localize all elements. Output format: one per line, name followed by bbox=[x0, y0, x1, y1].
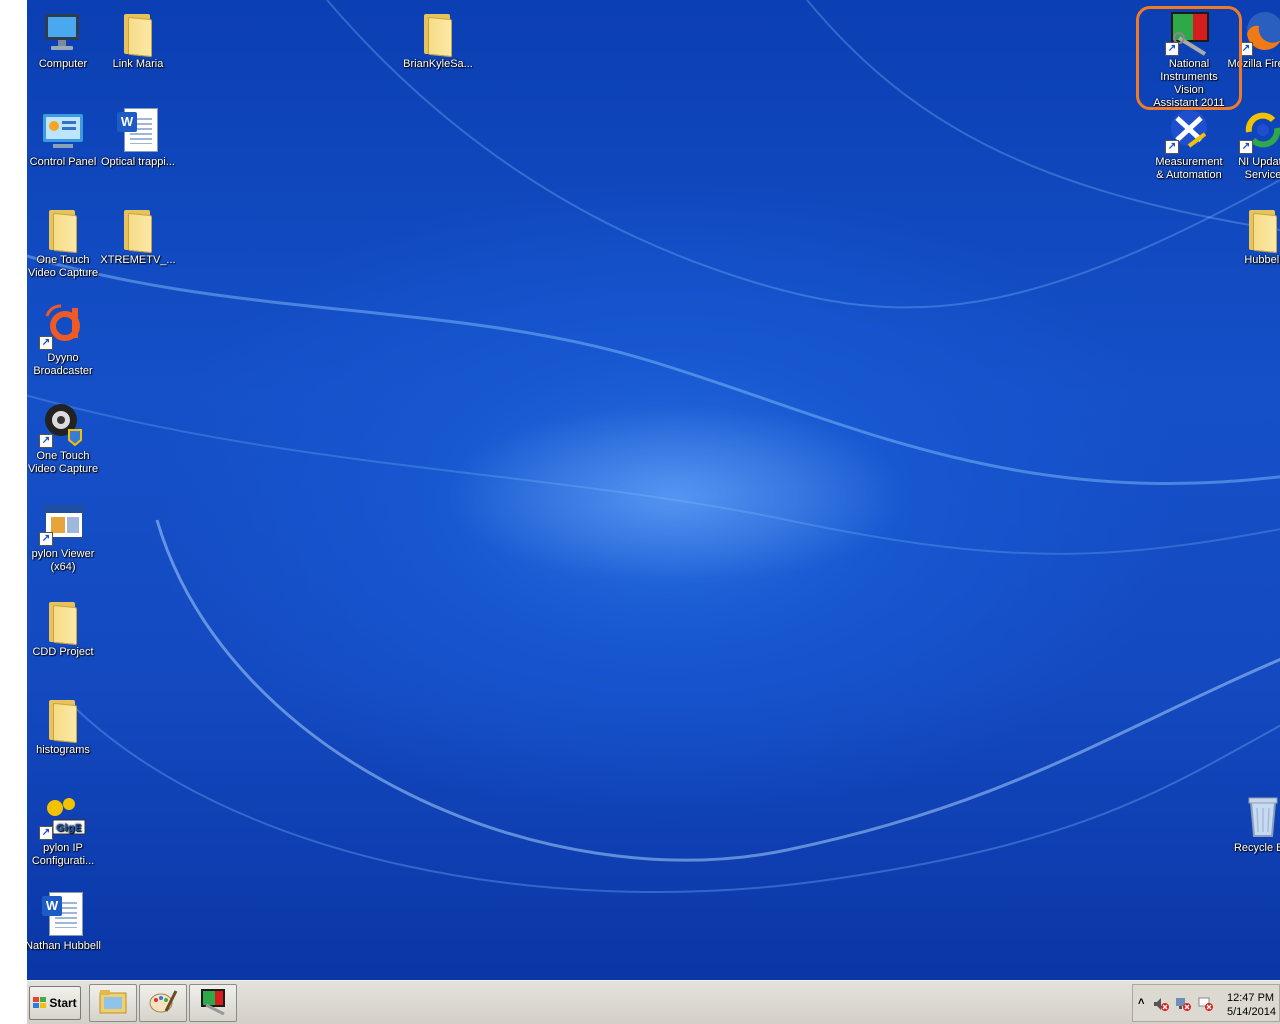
icon-label: Recycle Bin bbox=[1233, 842, 1280, 854]
desktop-icon-briankylesa[interactable]: BrianKyleSa... bbox=[400, 4, 476, 71]
pylon-ip-config-icon: GigE ↗ bbox=[39, 792, 87, 840]
shortcut-arrow-icon: ↗ bbox=[1239, 140, 1253, 154]
volume-muted-icon[interactable] bbox=[1153, 996, 1169, 1012]
desktop-icon-optical-trapping[interactable]: W Optical trappi... bbox=[100, 102, 176, 169]
desktop-icon-dyyno-broadcaster[interactable]: ↗ Dyyno Broadcaster bbox=[27, 298, 101, 378]
clock-time: 12:47 PM bbox=[1227, 992, 1275, 1004]
icon-label: NI Update Service bbox=[1238, 156, 1280, 181]
network-error-icon[interactable] bbox=[1175, 996, 1191, 1012]
taskbar-windows-explorer[interactable] bbox=[89, 984, 137, 1022]
start-button[interactable]: Start bbox=[29, 986, 81, 1020]
ni-update-icon: ↗ bbox=[1239, 106, 1280, 154]
desktop-icon-mozilla-firefox[interactable]: ↗ Mozilla Firefox bbox=[1225, 4, 1280, 71]
webcam-icon: ↗ bbox=[39, 400, 87, 448]
icon-label: Nathan Hubbell bbox=[27, 940, 101, 952]
word-document-icon: W bbox=[39, 890, 87, 938]
icon-label: Link Maria bbox=[112, 58, 164, 70]
icon-label: histograms bbox=[36, 744, 90, 756]
desktop-icon-nathan-hubbell[interactable]: W Nathan Hubbell bbox=[27, 886, 101, 953]
desktop-icon-ni-vision-assistant[interactable]: ↗ National Instruments Vision Assistant … bbox=[1151, 4, 1227, 110]
dyyno-icon: ↗ bbox=[39, 302, 87, 350]
folder-icon bbox=[114, 204, 162, 254]
computer-icon bbox=[39, 8, 87, 56]
folder-icon bbox=[39, 694, 87, 744]
icon-label: CDD Project bbox=[32, 646, 94, 658]
desktop-icon-pylon-ip-config[interactable]: GigE ↗ pylon IP Configurati... bbox=[27, 788, 101, 868]
start-label: Start bbox=[49, 996, 77, 1010]
firefox-icon: ↗ bbox=[1239, 8, 1280, 56]
recycle-bin-icon bbox=[1239, 792, 1280, 840]
folder-icon bbox=[414, 8, 462, 58]
icon-label: pylon Viewer (x64) bbox=[31, 548, 95, 573]
icon-label: Optical trappi... bbox=[101, 156, 175, 168]
taskbar-paint[interactable] bbox=[139, 984, 187, 1022]
desktop-icon-recycle-bin[interactable]: Recycle Bin bbox=[1225, 788, 1280, 855]
desktop-icon-one-touch-app[interactable]: ↗ One Touch Video Capture bbox=[27, 396, 101, 476]
icon-label: One Touch Video Capture bbox=[27, 254, 99, 279]
icon-label: Mozilla Firefox bbox=[1227, 58, 1280, 70]
word-document-icon: W bbox=[114, 106, 162, 154]
desktop-icon-one-touch-folder[interactable]: One Touch Video Capture bbox=[27, 200, 101, 280]
folder-icon bbox=[39, 596, 87, 646]
desktop-icon-xtremetv[interactable]: XTREMETV_... bbox=[100, 200, 176, 267]
desktop-icon-link-maria[interactable]: Link Maria bbox=[100, 4, 176, 71]
clock[interactable]: 12:47 PM 5/14/2014 bbox=[1227, 991, 1280, 1019]
taskbar-ni-vision-assistant[interactable] bbox=[189, 984, 237, 1022]
shortcut-arrow-icon: ↗ bbox=[39, 434, 53, 448]
folder-icon bbox=[114, 8, 162, 58]
ni-vision-assistant-icon bbox=[198, 987, 228, 1020]
explorer-icon bbox=[98, 987, 128, 1020]
action-center-error-icon[interactable] bbox=[1197, 996, 1213, 1012]
screen-left-margin bbox=[0, 0, 27, 1024]
desktop-icon-histograms[interactable]: histograms bbox=[27, 690, 101, 757]
icon-label: Hubbell bbox=[1244, 254, 1280, 266]
icon-label: Dyyno Broadcaster bbox=[33, 352, 93, 377]
pylon-viewer-icon: ↗ bbox=[39, 498, 87, 546]
folder-icon bbox=[1239, 204, 1280, 254]
ni-vision-assistant-icon: ↗ bbox=[1165, 8, 1213, 56]
shortcut-arrow-icon: ↗ bbox=[39, 336, 53, 350]
icon-label: Measurement & Automation bbox=[1155, 156, 1223, 181]
desktop-icon-cdd-project[interactable]: CDD Project bbox=[27, 592, 101, 659]
shortcut-arrow-icon: ↗ bbox=[1165, 42, 1179, 56]
icon-label: pylon IP Configurati... bbox=[31, 842, 95, 867]
ni-max-icon: ↗ bbox=[1165, 106, 1213, 154]
desktop-icon-computer[interactable]: Computer bbox=[27, 4, 101, 71]
desktop-icon-pylon-viewer[interactable]: ↗ pylon Viewer (x64) bbox=[27, 494, 101, 574]
icon-label: XTREMETV_... bbox=[100, 254, 176, 266]
icon-label: BrianKyleSa... bbox=[403, 58, 473, 70]
shortcut-arrow-icon: ↗ bbox=[1165, 140, 1179, 154]
shortcut-arrow-icon: ↗ bbox=[39, 826, 53, 840]
desktop-icon-hubbell[interactable]: Hubbell bbox=[1225, 200, 1280, 267]
svg-text:GigE: GigE bbox=[56, 823, 82, 834]
desktop[interactable]: Computer Control Panel One Touch Video C… bbox=[27, 0, 1280, 980]
shortcut-arrow-icon: ↗ bbox=[1239, 42, 1253, 56]
desktop-icon-measurement-automation[interactable]: ↗ Measurement & Automation bbox=[1151, 102, 1227, 182]
clock-date: 5/14/2014 bbox=[1227, 1006, 1276, 1018]
control-panel-icon bbox=[39, 106, 87, 154]
desktop-icon-control-panel[interactable]: Control Panel bbox=[27, 102, 101, 169]
wallpaper-swooshes bbox=[27, 0, 1280, 893]
windows-logo-icon bbox=[33, 997, 47, 1009]
shortcut-arrow-icon: ↗ bbox=[39, 532, 53, 546]
icon-label: One Touch Video Capture bbox=[27, 450, 99, 475]
taskbar: Start ˄ 12:47 PM 5/14/2014 bbox=[27, 980, 1280, 1024]
paint-icon bbox=[148, 987, 178, 1020]
icon-label: Computer bbox=[38, 58, 88, 70]
desktop-icon-ni-update-service[interactable]: ↗ NI Update Service bbox=[1225, 102, 1280, 182]
system-tray: ˄ 12:47 PM 5/14/2014 bbox=[1132, 984, 1280, 1022]
show-hidden-icons-button[interactable]: ˄ bbox=[1138, 996, 1144, 1008]
folder-icon bbox=[39, 204, 87, 254]
icon-label: Control Panel bbox=[29, 156, 97, 168]
